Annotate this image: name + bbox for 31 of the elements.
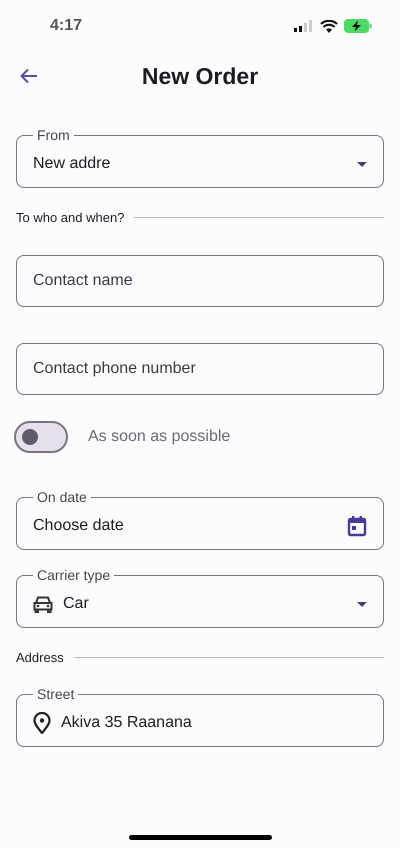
signal-icon [294, 20, 314, 32]
field-value: New addre [33, 155, 112, 173]
page-title: New Order [142, 62, 258, 90]
status-time: 4:17 [50, 17, 82, 35]
field-value: Akiva 35 Raanana [61, 714, 193, 732]
section-heading: To who and when? [16, 210, 124, 225]
wifi-icon [320, 20, 338, 32]
field-label: From [36, 127, 71, 143]
location-pin-icon [33, 712, 51, 734]
dropdown-field[interactable]: Carrier type Car [16, 567, 384, 628]
text-field[interactable]: Contact phone number [16, 343, 384, 395]
field-label: Street [36, 686, 76, 702]
address-field[interactable]: Street Akiva 35 Raanana [16, 686, 384, 747]
field-value: Car [63, 595, 90, 613]
placeholder-text: Contact name [33, 272, 134, 290]
text-field[interactable]: Contact name [16, 255, 384, 307]
calendar-icon[interactable] [347, 515, 367, 537]
back-arrow-icon [20, 68, 38, 84]
field-label: Carrier type [36, 567, 112, 583]
field-value: Choose date [33, 517, 125, 535]
car-icon [33, 595, 53, 613]
dropdown-caret-icon[interactable] [357, 162, 367, 166]
dropdown-caret-icon[interactable] [357, 602, 367, 606]
placeholder-text: Contact phone number [33, 360, 197, 378]
field-label: On date [36, 489, 88, 505]
toggle-switch[interactable] [14, 421, 68, 453]
switch-label: As soon as possible [88, 428, 230, 446]
section-heading: Address [16, 650, 64, 665]
battery-icon [344, 19, 372, 33]
dropdown-field[interactable]: From New addre [16, 127, 384, 188]
date-field[interactable]: On date Choose date [16, 489, 384, 550]
